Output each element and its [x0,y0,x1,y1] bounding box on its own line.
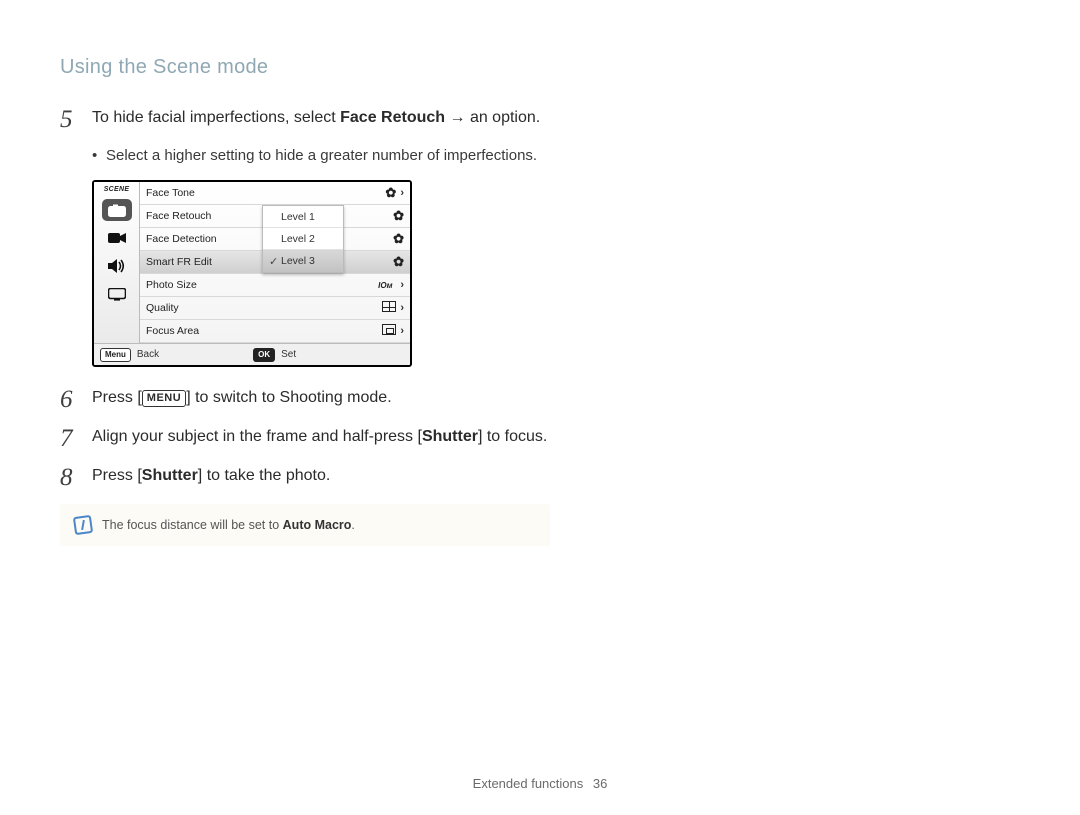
step-8-number: 8 [60,465,78,490]
lcd-footer: Menu Back OK Set [94,343,410,365]
video-icon[interactable] [102,227,132,249]
step-5-sub-bullet: Select a higher setting to hide a greate… [92,146,550,166]
face-tone-icon: ✿ [385,185,396,200]
focus-area-icon [382,324,396,335]
back-label: Back [137,349,159,360]
step-6-number: 6 [60,387,78,412]
menu-key-badge: MENU [142,390,186,407]
display-icon[interactable] [102,283,132,305]
note-icon [73,515,93,535]
chevron-right-icon: › [400,279,404,291]
menu-item-photo-size[interactable]: Photo Size IOм › [140,274,410,297]
page-title: Using the Scene mode [60,56,1020,79]
chevron-right-icon: › [400,302,404,314]
step-7: 7 Align your subject in the frame and ha… [60,426,550,451]
submenu-level-3[interactable]: ✓ Level 3 [263,250,343,272]
menu-item-quality[interactable]: Quality › [140,297,410,320]
submenu-level-2[interactable]: Level 2 [263,228,343,250]
page-footer: Extended functions 36 [0,776,1080,791]
sound-icon[interactable] [102,255,132,277]
step-5-text: To hide facial imperfections, select Fac… [92,107,540,132]
lcd-mode-label: SCENE [104,186,130,193]
step-7-number: 7 [60,426,78,451]
level-submenu: Level 1 Level 2 ✓ Level 3 [262,205,344,273]
note-text: The focus distance will be set to Auto M… [102,518,355,532]
camera-icon[interactable] [102,199,132,221]
face-retouch-icon: ✿ [393,208,404,223]
quality-icon [382,301,396,312]
footer-section: Extended functions [473,776,584,791]
smart-fr-icon: ✿ [393,254,404,269]
step-7-text: Align your subject in the frame and half… [92,426,547,451]
ok-button-badge: OK [253,348,275,362]
chevron-right-icon: › [400,187,404,199]
lcd-sidebar: SCENE [94,182,140,343]
menu-button-badge: Menu [100,348,131,362]
chevron-right-icon: › [400,325,404,337]
set-label: Set [281,349,296,360]
menu-item-focus-area[interactable]: Focus Area › [140,320,410,343]
menu-item-face-tone[interactable]: Face Tone ✿ › [140,182,410,205]
step-5-number: 5 [60,107,78,132]
step-8-text: Press [Shutter] to take the photo. [92,465,330,490]
lcd-main-list: Face Tone ✿ › Face Retouch ✿ Face Detect… [140,182,410,343]
check-icon: ✓ [269,255,281,268]
step-5-bullet-item: Select a higher setting to hide a greate… [92,146,550,166]
footer-page-number: 36 [593,776,607,791]
face-detect-icon: ✿ [393,231,404,246]
note-callout: The focus distance will be set to Auto M… [60,504,550,546]
photo-size-icon: IOм [374,278,396,293]
submenu-level-1[interactable]: Level 1 [263,206,343,228]
step-6: 6 Press [MENU] to switch to Shooting mod… [60,387,550,412]
step-8: 8 Press [Shutter] to take the photo. [60,465,550,490]
camera-menu-screenshot: SCENE [92,180,412,367]
step-5: 5 To hide facial imperfections, select F… [60,107,550,132]
step-6-text: Press [MENU] to switch to Shooting mode. [92,387,392,412]
